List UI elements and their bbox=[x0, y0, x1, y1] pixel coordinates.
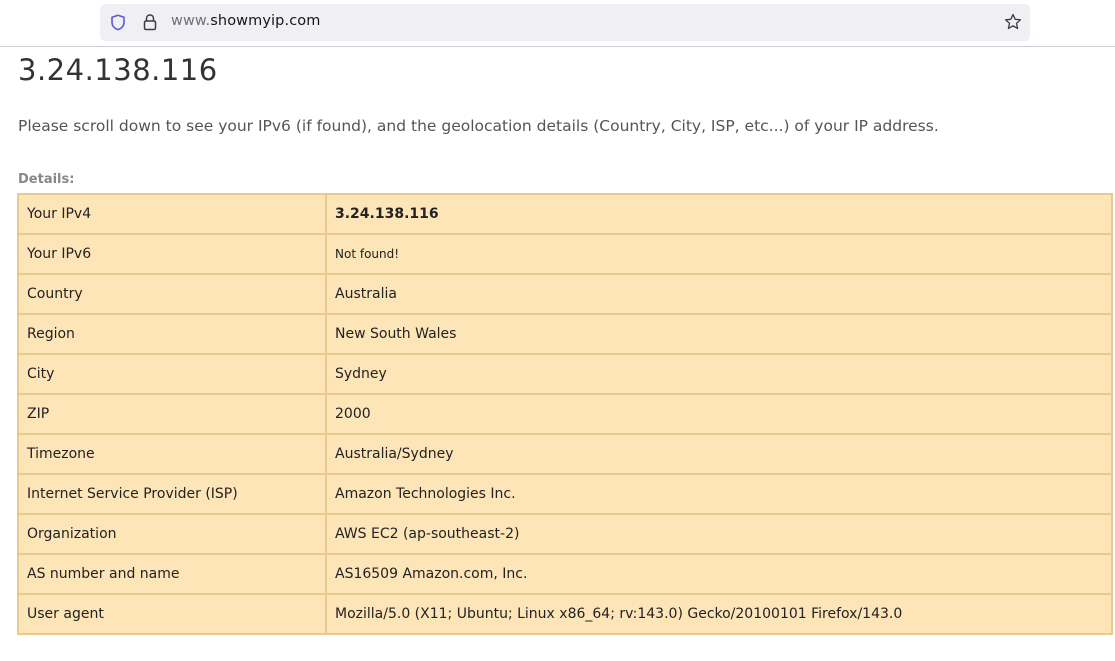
url-text[interactable]: www.showmyip.com bbox=[171, 13, 320, 29]
details-label: Details: bbox=[18, 172, 75, 187]
table-row: Region New South Wales bbox=[17, 313, 1113, 355]
row-label: Country bbox=[17, 273, 327, 315]
url-prefix: www. bbox=[171, 13, 211, 29]
table-row: Organization AWS EC2 (ap-southeast-2) bbox=[17, 513, 1113, 555]
row-label: City bbox=[17, 353, 327, 395]
table-row: Timezone Australia/Sydney bbox=[17, 433, 1113, 475]
page-title: 3.24.138.116 bbox=[18, 53, 218, 87]
url-domain: showmyip.com bbox=[210, 13, 321, 29]
row-label: Region bbox=[17, 313, 327, 355]
row-label: Your IPv6 bbox=[17, 233, 327, 275]
table-row: Your IPv4 3.24.138.116 bbox=[17, 193, 1113, 235]
row-value: AWS EC2 (ap-southeast-2) bbox=[325, 513, 1113, 555]
star-icon[interactable] bbox=[1004, 13, 1022, 31]
row-label: ZIP bbox=[17, 393, 327, 435]
row-value: Sydney bbox=[325, 353, 1113, 395]
row-value: 3.24.138.116 bbox=[325, 193, 1113, 235]
row-label: Organization bbox=[17, 513, 327, 555]
intro-text: Please scroll down to see your IPv6 (if … bbox=[18, 117, 939, 135]
table-row: ZIP 2000 bbox=[17, 393, 1113, 435]
table-row: Country Australia bbox=[17, 273, 1113, 315]
row-label: User agent bbox=[17, 593, 327, 635]
table-row: Internet Service Provider (ISP) Amazon T… bbox=[17, 473, 1113, 515]
row-label: Your IPv4 bbox=[17, 193, 327, 235]
row-label: AS number and name bbox=[17, 553, 327, 595]
table-row: User agent Mozilla/5.0 (X11; Ubuntu; Lin… bbox=[17, 593, 1113, 635]
table-row: Your IPv6 Not found! bbox=[17, 233, 1113, 275]
row-value: Australia/Sydney bbox=[325, 433, 1113, 475]
row-value: 2000 bbox=[325, 393, 1113, 435]
address-bar[interactable]: www.showmyip.com bbox=[100, 4, 1030, 41]
row-label: Timezone bbox=[17, 433, 327, 475]
lock-icon[interactable] bbox=[142, 13, 158, 31]
row-value: Mozilla/5.0 (X11; Ubuntu; Linux x86_64; … bbox=[325, 593, 1113, 635]
row-label: Internet Service Provider (ISP) bbox=[17, 473, 327, 515]
shield-icon[interactable] bbox=[110, 14, 126, 31]
details-table: Your IPv4 3.24.138.116 Your IPv6 Not fou… bbox=[17, 193, 1113, 635]
browser-toolbar: www.showmyip.com bbox=[0, 0, 1115, 47]
row-value: Amazon Technologies Inc. bbox=[325, 473, 1113, 515]
row-value: Not found! bbox=[325, 233, 1113, 275]
row-value: AS16509 Amazon.com, Inc. bbox=[325, 553, 1113, 595]
table-row: City Sydney bbox=[17, 353, 1113, 395]
row-value: Australia bbox=[325, 273, 1113, 315]
row-value: New South Wales bbox=[325, 313, 1113, 355]
table-row: AS number and name AS16509 Amazon.com, I… bbox=[17, 553, 1113, 595]
